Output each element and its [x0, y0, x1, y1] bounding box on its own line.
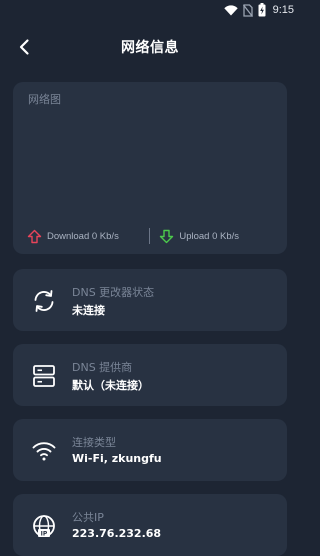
dns-provider-value: 默认（未连接）	[72, 379, 149, 392]
download-arrow-icon	[27, 229, 42, 243]
wifi-icon	[223, 4, 238, 15]
app-bar: 网络信息	[0, 30, 300, 62]
dns-provider-card[interactable]: DNS 提供商 默认（未连接）	[13, 344, 287, 406]
public-ip-label: 公共IP	[72, 511, 104, 524]
server-icon	[33, 365, 55, 387]
dns-status-card[interactable]: DNS 更改器状态 未连接	[13, 269, 287, 331]
dns-status-value: 未连接	[72, 304, 105, 317]
battery-charging-icon	[258, 3, 266, 17]
upload-arrow-icon	[160, 229, 174, 243]
connection-type-value: Wi-Fi, zkungfu	[72, 452, 162, 465]
speed-row: Download 0 Kb/s Upload 0 Kb/s	[27, 227, 277, 245]
graph-label: 网络图	[28, 93, 61, 106]
download-speed-text: Download 0 Kb/s	[47, 230, 119, 242]
status-time: 9:15	[272, 4, 294, 16]
public-ip-value: 223.76.232.68	[72, 527, 162, 540]
connection-type-label: 连接类型	[72, 436, 116, 449]
dns-status-label: DNS 更改器状态	[72, 286, 155, 299]
refresh-icon	[34, 290, 54, 312]
dns-provider-label: DNS 提供商	[72, 361, 133, 374]
public-ip-card[interactable]: IP 公共IP 223.76.232.68	[13, 494, 287, 556]
upload-speed: Upload 0 Kb/s	[159, 229, 239, 244]
network-graph-card: 网络图 Download 0 Kb/s Upload 0 Kb/s	[13, 82, 287, 254]
svg-text:IP: IP	[41, 531, 48, 538]
download-speed: Download 0 Kb/s	[27, 229, 119, 244]
connection-type-card[interactable]: 连接类型 Wi-Fi, zkungfu	[13, 419, 287, 481]
page-title: 网络信息	[121, 40, 179, 56]
no-sim-icon	[242, 3, 253, 17]
speed-divider	[148, 228, 151, 244]
status-bar: 9:15	[0, 0, 300, 20]
upload-speed-text: Upload 0 Kb/s	[179, 230, 240, 242]
wifi-icon	[32, 442, 56, 461]
globe-ip-icon: IP	[33, 515, 55, 538]
